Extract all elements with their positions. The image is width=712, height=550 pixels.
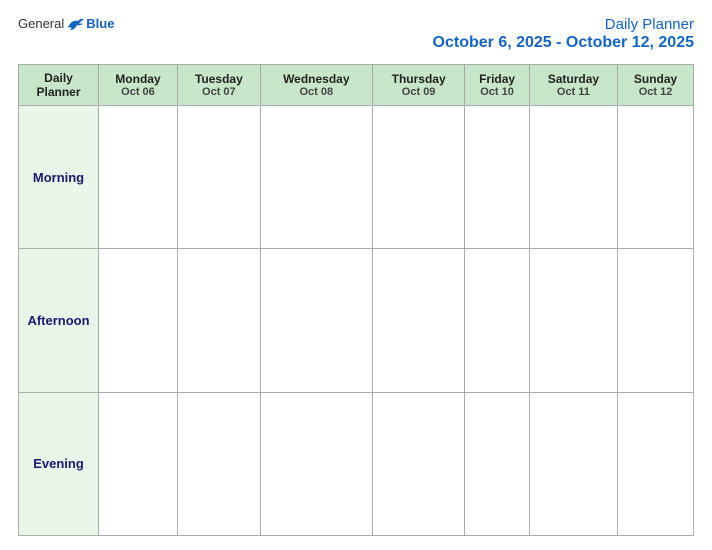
afternoon-monday[interactable] [99,249,178,392]
afternoon-friday[interactable] [465,249,529,392]
evening-friday[interactable] [465,392,529,535]
label-line2: Planner [23,85,94,99]
morning-monday[interactable] [99,106,178,249]
day-name-thursday: Thursday [375,72,463,86]
morning-tuesday[interactable] [177,106,260,249]
evening-saturday[interactable] [529,392,617,535]
afternoon-sunday[interactable] [618,249,694,392]
planner-title: Daily Planner [605,16,694,33]
morning-wednesday[interactable] [260,106,372,249]
day-name-tuesday: Tuesday [180,72,258,86]
page: General Blue Daily Planner October 6, 20… [0,0,712,550]
afternoon-label: Afternoon [19,249,99,392]
afternoon-tuesday[interactable] [177,249,260,392]
morning-friday[interactable] [465,106,529,249]
morning-saturday[interactable] [529,106,617,249]
logo-area: General Blue [18,16,114,31]
day-name-monday: Monday [101,72,175,86]
evening-thursday[interactable] [372,392,465,535]
afternoon-wednesday[interactable] [260,249,372,392]
afternoon-saturday[interactable] [529,249,617,392]
header-day-sunday: Sunday Oct 12 [618,65,694,106]
afternoon-thursday[interactable] [372,249,465,392]
title-area: Daily Planner October 6, 2025 - October … [433,16,694,52]
label-line1: Daily [23,71,94,85]
day-date-wednesday: Oct 08 [263,86,370,98]
morning-thursday[interactable] [372,106,465,249]
logo-general-text: General [18,16,64,31]
logo-blue-text: Blue [86,16,114,31]
day-date-monday: Oct 06 [101,86,175,98]
header-day-friday: Friday Oct 10 [465,65,529,106]
day-date-sunday: Oct 12 [620,86,691,98]
header-day-wednesday: Wednesday Oct 08 [260,65,372,106]
evening-wednesday[interactable] [260,392,372,535]
logo-bird-icon [66,17,84,31]
morning-label: Morning [19,106,99,249]
day-date-saturday: Oct 11 [532,86,615,98]
evening-monday[interactable] [99,392,178,535]
header-day-tuesday: Tuesday Oct 07 [177,65,260,106]
evening-sunday[interactable] [618,392,694,535]
evening-label: Evening [19,392,99,535]
calendar-table: Daily Planner Monday Oct 06 Tuesday Oct … [18,64,694,536]
morning-row: Morning [19,106,694,249]
day-date-thursday: Oct 09 [375,86,463,98]
header-label-cell: Daily Planner [19,65,99,106]
logo: General Blue [18,16,114,31]
header-row: Daily Planner Monday Oct 06 Tuesday Oct … [19,65,694,106]
morning-sunday[interactable] [618,106,694,249]
planner-dates: October 6, 2025 - October 12, 2025 [433,34,694,51]
header: General Blue Daily Planner October 6, 20… [18,16,694,52]
evening-row: Evening [19,392,694,535]
afternoon-row: Afternoon [19,249,694,392]
header-day-thursday: Thursday Oct 09 [372,65,465,106]
day-name-sunday: Sunday [620,72,691,86]
evening-tuesday[interactable] [177,392,260,535]
day-name-wednesday: Wednesday [263,72,370,86]
day-date-friday: Oct 10 [467,86,526,98]
header-day-monday: Monday Oct 06 [99,65,178,106]
header-day-saturday: Saturday Oct 11 [529,65,617,106]
day-name-saturday: Saturday [532,72,615,86]
day-name-friday: Friday [467,72,526,86]
day-date-tuesday: Oct 07 [180,86,258,98]
